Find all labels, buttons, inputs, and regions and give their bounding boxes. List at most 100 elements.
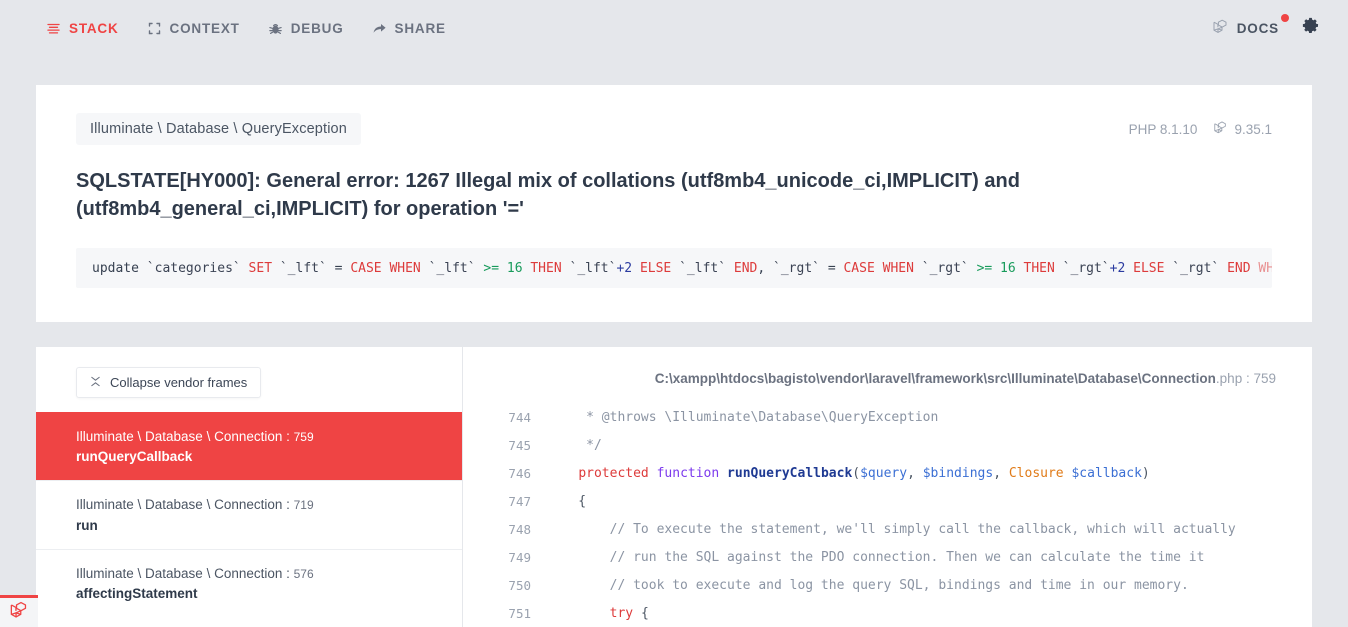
sql-query-block[interactable]: update `categories` SET `_lft` = CASE WH… [76,247,1272,288]
laravel-logo-icon [9,600,29,625]
code-token: runQueryCallback [727,465,853,481]
settings-button[interactable] [1301,16,1320,40]
stack-frame-item[interactable]: Illuminate \ Database \ Connection : 719… [36,480,462,548]
stack-frame-item[interactable]: Illuminate \ Database \ Connection : 759… [36,412,462,481]
stack-frame-method: runQueryCallback [76,449,193,465]
stack-frame-item[interactable]: Illuminate \ Database \ Connection : 576… [36,548,462,617]
code-token: ( [852,465,861,481]
code-line-number: 749 [508,549,531,565]
nav-left-group: STACK CONTEXT DEBUG SHARE [32,15,460,42]
code-token: protected [578,465,657,481]
sql-token: , [757,260,774,276]
code-line: 746 protected function runQueryCallback(… [463,459,1312,487]
sql-token: `_lft` [569,260,617,276]
code-line-text: */ [547,438,602,453]
code-line: 749 // run the SQL against the PDO conne… [463,543,1312,571]
code-line-text: // run the SQL against the PDO connectio… [547,549,1205,565]
code-line-number: 748 [508,521,531,537]
code-token: * @throws \Illuminate\Database\QueryExce… [547,409,939,425]
code-line: 751 try { [463,599,1312,627]
code-token: function [656,465,728,481]
collapse-vendor-frames-label: Collapse vendor frames [110,375,248,390]
expand-brackets-icon [147,21,162,36]
code-line-text: try { [547,606,649,621]
code-line-text: protected function runQueryCallback($que… [547,465,1150,481]
sql-token: CASE [843,260,883,276]
code-file-extension: .php [1215,371,1243,386]
sql-token: >= [483,260,507,276]
code-line: 744 * @throws \Illuminate\Database\Query… [463,403,1312,431]
nav-tab-share[interactable]: SHARE [358,15,460,42]
frames-container: Illuminate \ Database \ Connection : 759… [36,412,462,617]
code-file-path-text: C:\xampp\htdocs\bagisto\vendor\laravel\f… [654,371,1216,386]
code-line-number: 744 [508,409,531,425]
sql-token: `_rgt` [1062,260,1110,276]
code-line-number: 746 [508,465,531,481]
sql-token: >= [976,260,1001,276]
laravel-logo-icon [1213,120,1228,138]
sql-token: `_rgt` [1172,260,1228,276]
sql-token: `_lft` [279,260,335,276]
code-line-number: 750 [508,577,531,593]
stack-frame-class: Illuminate \ Database \ Connection : 576 [76,565,314,581]
code-token: ) [1141,465,1150,481]
code-token: Closure [1008,465,1072,481]
code-token: // To execute the statement, we'll simpl… [547,521,1236,537]
laravel-version-label: 9.35.1 [1234,121,1272,137]
sql-token: update [92,260,147,276]
code-line-text: { [547,494,586,509]
code-token: , [993,465,1009,481]
code-line: 748 // To execute the statement, we'll s… [463,515,1312,543]
docs-label: DOCS [1236,20,1279,36]
code-line-number: 745 [508,437,531,453]
stack-frames-list: Collapse vendor frames Illuminate \ Data… [36,347,463,627]
nav-right-group: DOCS [1212,14,1326,40]
code-token: try [609,605,641,621]
sql-token: SET [248,260,280,276]
laravel-version-group: 9.35.1 [1213,120,1272,138]
code-line-number: 747 [508,493,531,509]
code-token: { [547,493,587,509]
nav-tab-context[interactable]: CONTEXT [133,15,254,42]
code-line: 750 // took to execute and log the query… [463,571,1312,599]
sql-token: `categories` [146,260,249,276]
sql-token: +2 [1109,260,1134,276]
collapse-vendor-frames-button[interactable]: Collapse vendor frames [76,367,262,398]
nav-tab-stack[interactable]: STACK [32,15,133,42]
collapse-icon [90,375,101,390]
code-file-line: 759 [1253,371,1276,386]
sql-token: = [827,260,844,276]
version-info: PHP 8.1.10 9.35.1 [1129,120,1272,138]
ignition-error-page: STACK CONTEXT DEBUG SHARE DOCS Illuminat… [0,0,1348,627]
exception-card: Illuminate \ Database \ QueryException P… [36,85,1312,322]
sql-token: ELSE [639,260,680,276]
code-token: { [640,605,649,621]
sql-token: `_lft` [428,260,484,276]
code-line: 745 */ [463,431,1312,459]
sql-token: 16 [1000,260,1024,276]
flare-badge-button[interactable] [0,595,38,627]
stack-frame-class: Illuminate \ Database \ Connection : 719 [76,497,314,513]
stack-frame-method: run [76,517,98,533]
sql-token: END [1227,260,1259,276]
exception-message: SQLSTATE[HY000]: General error: 1267 Ill… [76,170,1020,221]
sql-token: `_lft` [679,260,734,276]
sql-token: `_rgt` [773,260,828,276]
nav-tab-stack-label: STACK [69,20,119,36]
stack-frame-class: Illuminate \ Database \ Connection : 759 [76,429,314,444]
code-token: // run the SQL against the PDO connectio… [547,549,1205,565]
nav-tab-debug-label: DEBUG [290,20,344,36]
top-navigation-bar: STACK CONTEXT DEBUG SHARE DOCS [0,0,1348,56]
sql-token: THEN [1023,260,1063,276]
share-arrow-icon [372,21,387,36]
code-lines: 744 * @throws \Illuminate\Database\Query… [463,403,1312,627]
stack-trace-card: Collapse vendor frames Illuminate \ Data… [36,347,1312,627]
nav-tab-context-label: CONTEXT [169,20,240,36]
sql-token: WHEN [882,260,922,276]
docs-link[interactable]: DOCS [1212,14,1289,38]
nav-tab-debug[interactable]: DEBUG [254,15,358,42]
sql-token: `_rgt` [921,260,977,276]
code-token: */ [547,437,602,453]
